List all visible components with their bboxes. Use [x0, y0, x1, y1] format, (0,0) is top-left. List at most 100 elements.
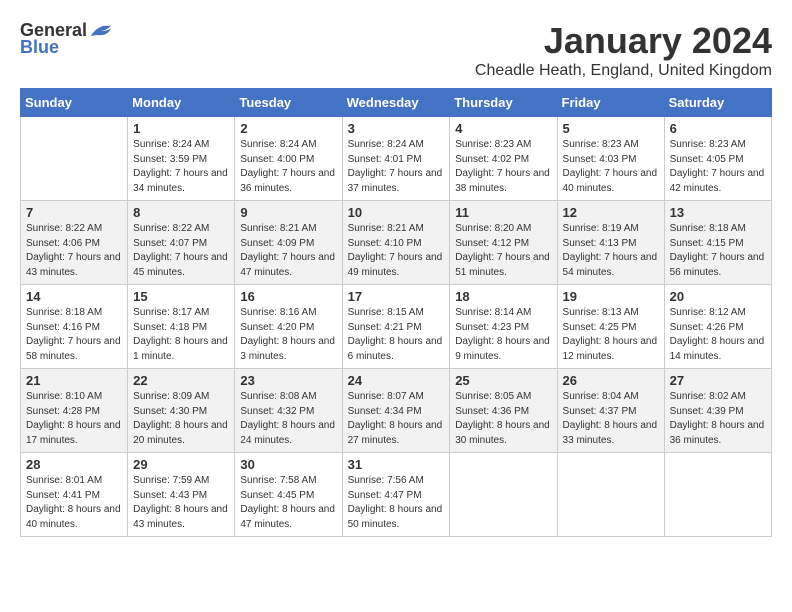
day-info: Sunrise: 8:21 AM Sunset: 4:09 PM Dayligh… — [240, 222, 336, 280]
day-info: Sunrise: 8:18 AM Sunset: 4:15 PM Dayligh… — [670, 222, 766, 280]
calendar-cell: 21Sunrise: 8:10 AM Sunset: 4:28 PM Dayli… — [21, 369, 128, 453]
calendar-cell: 11 Sunrise: 8:20 AM Sunset: 4:12 PM Dayli… — [450, 201, 557, 285]
day-info: Sunrise: 8:16 AM Sunset: 4:20 PM Dayligh… — [240, 306, 336, 364]
day-info: Sunrise: 8:15 AM Sunset: 4:21 PM Dayligh… — [348, 306, 445, 364]
calendar-cell: 17 Sunrise: 8:15 AM Sunset: 4:21 PM Dayli… — [342, 285, 450, 369]
day-info: Sunrise: 8:12 AM Sunset: 4:26 PM Dayligh… — [670, 306, 766, 364]
calendar-cell: 4 Sunrise: 8:23 AM Sunset: 4:02 PM Daylig… — [450, 117, 557, 201]
day-number: 17 — [348, 289, 445, 304]
day-number: 22 — [133, 373, 229, 388]
col-friday: Friday — [557, 89, 664, 117]
calendar-cell — [664, 453, 771, 537]
calendar-cell: 19 Sunrise: 8:13 AM Sunset: 4:25 PM Dayli… — [557, 285, 664, 369]
calendar-cell: 29 Sunrise: 7:59 AM Sunset: 4:43 PM Dayli… — [128, 453, 235, 537]
calendar-cell: 16Sunrise: 8:16 AM Sunset: 4:20 PM Dayli… — [235, 285, 342, 369]
calendar-cell: 15Sunrise: 8:17 AM Sunset: 4:18 PM Dayli… — [128, 285, 235, 369]
calendar-cell — [450, 453, 557, 537]
day-info: Sunrise: 8:23 AM Sunset: 4:02 PM Dayligh… — [455, 138, 551, 196]
day-number: 5 — [563, 121, 659, 136]
calendar-cell: 13Sunrise: 8:18 AM Sunset: 4:15 PM Dayli… — [664, 201, 771, 285]
day-number: 8 — [133, 205, 229, 220]
col-thursday: Thursday — [450, 89, 557, 117]
calendar-cell: 2Sunrise: 8:24 AM Sunset: 4:00 PM Daylig… — [235, 117, 342, 201]
day-number: 30 — [240, 457, 336, 472]
day-number: 19 — [563, 289, 659, 304]
day-number: 9 — [240, 205, 336, 220]
calendar-cell: 14 Sunrise: 8:18 AM Sunset: 4:16 PM Dayli… — [21, 285, 128, 369]
day-number: 27 — [670, 373, 766, 388]
day-info: Sunrise: 8:18 AM Sunset: 4:16 PM Dayligh… — [26, 306, 122, 364]
calendar-cell: 9 Sunrise: 8:21 AM Sunset: 4:09 PM Daylig… — [235, 201, 342, 285]
week-row-2: 7Sunrise: 8:22 AM Sunset: 4:06 PM Daylig… — [21, 201, 772, 285]
title-section: January 2024 Cheadle Heath, England, Uni… — [475, 20, 772, 80]
day-info: Sunrise: 8:09 AM Sunset: 4:30 PM Dayligh… — [133, 390, 229, 448]
calendar-cell: 28Sunrise: 8:01 AM Sunset: 4:41 PM Dayli… — [21, 453, 128, 537]
day-info: Sunrise: 8:24 AM Sunset: 3:59 PM Dayligh… — [133, 138, 229, 196]
week-row-1: 1 Sunrise: 8:24 AM Sunset: 3:59 PM Daylig… — [21, 117, 772, 201]
logo: General Blue — [20, 20, 111, 58]
calendar-cell: 22 Sunrise: 8:09 AM Sunset: 4:30 PM Dayli… — [128, 369, 235, 453]
day-number: 12 — [563, 205, 659, 220]
day-number: 6 — [670, 121, 766, 136]
calendar-table: Sunday Monday Tuesday Wednesday Thursday… — [20, 88, 772, 537]
day-info: Sunrise: 8:14 AM Sunset: 4:23 PM Dayligh… — [455, 306, 551, 364]
calendar-cell: 26Sunrise: 8:04 AM Sunset: 4:37 PM Dayli… — [557, 369, 664, 453]
day-number: 15 — [133, 289, 229, 304]
day-info: Sunrise: 7:58 AM Sunset: 4:45 PM Dayligh… — [240, 474, 336, 532]
col-wednesday: Wednesday — [342, 89, 450, 117]
day-number: 29 — [133, 457, 229, 472]
day-info: Sunrise: 8:13 AM Sunset: 4:25 PM Dayligh… — [563, 306, 659, 364]
day-number: 23 — [240, 373, 336, 388]
day-info: Sunrise: 8:10 AM Sunset: 4:28 PM Dayligh… — [26, 390, 122, 448]
day-info: Sunrise: 8:19 AM Sunset: 4:13 PM Dayligh… — [563, 222, 659, 280]
calendar-cell: 5 Sunrise: 8:23 AM Sunset: 4:03 PM Daylig… — [557, 117, 664, 201]
calendar-cell: 7Sunrise: 8:22 AM Sunset: 4:06 PM Daylig… — [21, 201, 128, 285]
calendar-cell: 10 Sunrise: 8:21 AM Sunset: 4:10 PM Dayli… — [342, 201, 450, 285]
day-number: 2 — [240, 121, 336, 136]
week-row-5: 28Sunrise: 8:01 AM Sunset: 4:41 PM Dayli… — [21, 453, 772, 537]
calendar-cell: 18 Sunrise: 8:14 AM Sunset: 4:23 PM Dayli… — [450, 285, 557, 369]
day-info: Sunrise: 8:23 AM Sunset: 4:03 PM Dayligh… — [563, 138, 659, 196]
day-number: 18 — [455, 289, 551, 304]
day-info: Sunrise: 8:22 AM Sunset: 4:07 PM Dayligh… — [133, 222, 229, 280]
week-row-3: 14 Sunrise: 8:18 AM Sunset: 4:16 PM Dayli… — [21, 285, 772, 369]
calendar-cell: 8 Sunrise: 8:22 AM Sunset: 4:07 PM Daylig… — [128, 201, 235, 285]
day-info: Sunrise: 8:23 AM Sunset: 4:05 PM Dayligh… — [670, 138, 766, 196]
day-number: 10 — [348, 205, 445, 220]
col-monday: Monday — [128, 89, 235, 117]
col-tuesday: Tuesday — [235, 89, 342, 117]
calendar-cell: 3 Sunrise: 8:24 AM Sunset: 4:01 PM Daylig… — [342, 117, 450, 201]
day-info: Sunrise: 8:02 AM Sunset: 4:39 PM Dayligh… — [670, 390, 766, 448]
day-number: 1 — [133, 121, 229, 136]
calendar-cell: 27 Sunrise: 8:02 AM Sunset: 4:39 PM Dayli… — [664, 369, 771, 453]
day-info: Sunrise: 8:21 AM Sunset: 4:10 PM Dayligh… — [348, 222, 445, 280]
calendar-cell: 25 Sunrise: 8:05 AM Sunset: 4:36 PM Dayli… — [450, 369, 557, 453]
day-number: 24 — [348, 373, 445, 388]
day-number: 11 — [455, 205, 551, 220]
location-title: Cheadle Heath, England, United Kingdom — [475, 62, 772, 80]
calendar-cell: 6 Sunrise: 8:23 AM Sunset: 4:05 PM Daylig… — [664, 117, 771, 201]
day-info: Sunrise: 8:20 AM Sunset: 4:12 PM Dayligh… — [455, 222, 551, 280]
day-info: Sunrise: 8:08 AM Sunset: 4:32 PM Dayligh… — [240, 390, 336, 448]
column-header-row: Sunday Monday Tuesday Wednesday Thursday… — [21, 89, 772, 117]
day-info: Sunrise: 7:56 AM Sunset: 4:47 PM Dayligh… — [348, 474, 445, 532]
col-saturday: Saturday — [664, 89, 771, 117]
logo-bird-icon — [89, 22, 111, 40]
calendar-cell — [557, 453, 664, 537]
day-info: Sunrise: 7:59 AM Sunset: 4:43 PM Dayligh… — [133, 474, 229, 532]
day-info: Sunrise: 8:07 AM Sunset: 4:34 PM Dayligh… — [348, 390, 445, 448]
day-info: Sunrise: 8:04 AM Sunset: 4:37 PM Dayligh… — [563, 390, 659, 448]
day-info: Sunrise: 8:24 AM Sunset: 4:01 PM Dayligh… — [348, 138, 445, 196]
day-number: 4 — [455, 121, 551, 136]
calendar-cell: 31 Sunrise: 7:56 AM Sunset: 4:47 PM Dayli… — [342, 453, 450, 537]
day-number: 25 — [455, 373, 551, 388]
day-number: 14 — [26, 289, 122, 304]
day-number: 31 — [348, 457, 445, 472]
calendar-cell: 23 Sunrise: 8:08 AM Sunset: 4:32 PM Dayli… — [235, 369, 342, 453]
month-title: January 2024 — [475, 20, 772, 62]
calendar-cell: 30 Sunrise: 7:58 AM Sunset: 4:45 PM Dayli… — [235, 453, 342, 537]
day-info: Sunrise: 8:05 AM Sunset: 4:36 PM Dayligh… — [455, 390, 551, 448]
day-number: 3 — [348, 121, 445, 136]
calendar-cell: 1 Sunrise: 8:24 AM Sunset: 3:59 PM Daylig… — [128, 117, 235, 201]
calendar-cell: 20Sunrise: 8:12 AM Sunset: 4:26 PM Dayli… — [664, 285, 771, 369]
